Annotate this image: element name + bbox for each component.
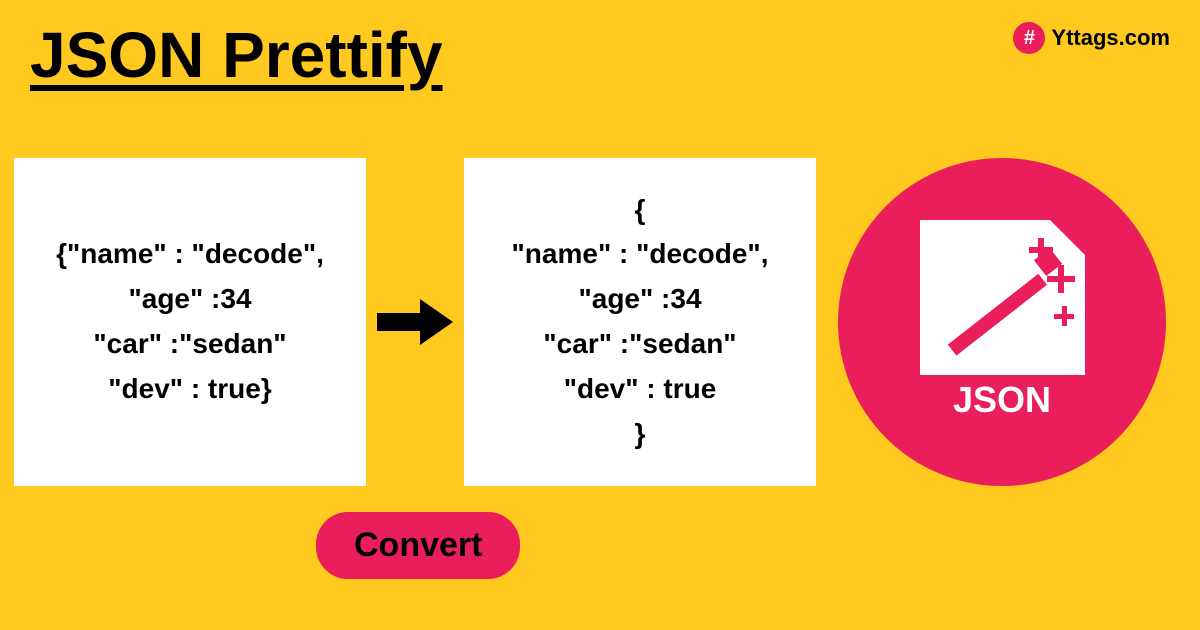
brand-name: Yttags.com: [1051, 25, 1170, 51]
input-code-box[interactable]: {"name" : "decode", "age" :34 "car" :"se…: [14, 158, 366, 486]
brand-icon-symbol: #: [1024, 27, 1035, 50]
hashtag-icon: #: [1013, 22, 1045, 54]
header: JSON Prettify: [30, 18, 443, 92]
output-code-box: { "name" : "decode", "age" :34 "car" :"s…: [464, 158, 816, 486]
arrow-right-icon: [375, 297, 455, 347]
content-area: {"name" : "decode", "age" :34 "car" :"se…: [14, 158, 816, 486]
json-badge: JSON: [838, 158, 1166, 486]
convert-button[interactable]: Convert: [316, 512, 520, 579]
arrow-container: [370, 297, 460, 347]
json-file-icon: JSON: [910, 210, 1095, 435]
page-title: JSON Prettify: [30, 18, 443, 92]
brand-logo[interactable]: # Yttags.com: [1013, 22, 1170, 54]
json-label: JSON: [952, 379, 1050, 420]
